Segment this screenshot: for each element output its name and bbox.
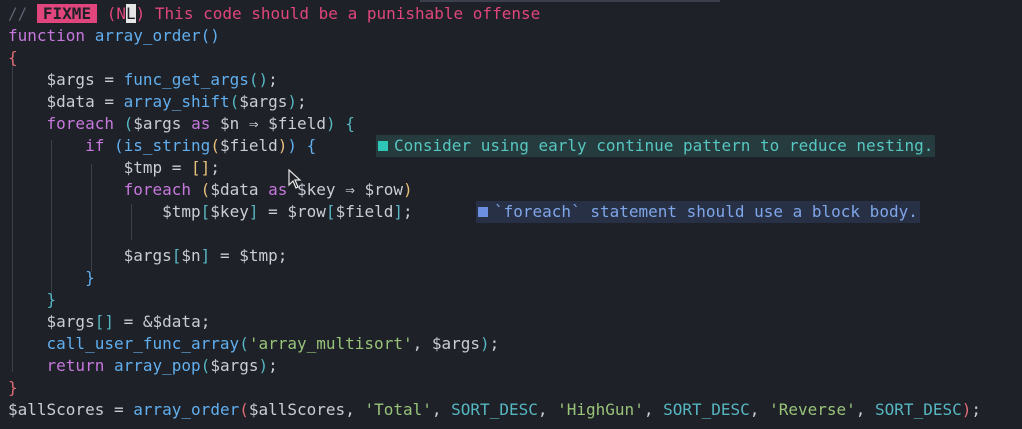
string-literal: 'Total' — [364, 400, 432, 419]
keyword: if — [85, 136, 105, 155]
variable: $args — [239, 92, 288, 111]
variable: $args — [133, 114, 182, 133]
string-literal: 'HighGun' — [557, 400, 644, 419]
code-line[interactable]: if (is_string($field)) { — [8, 134, 316, 158]
code-line[interactable]: function array_order() — [8, 24, 220, 48]
code-line[interactable]: { — [8, 46, 18, 70]
variable: $args — [123, 246, 172, 265]
variable: $tmp — [239, 246, 278, 265]
function-call: call_user_func_array — [46, 334, 240, 353]
arrow-operator: ⇒ — [248, 114, 259, 133]
keyword: foreach — [46, 114, 114, 133]
code-line[interactable]: } — [8, 288, 57, 312]
variable: $args — [210, 356, 259, 375]
keyword: as — [268, 180, 288, 199]
string-literal: 'Reverse' — [769, 400, 856, 419]
code-line[interactable]: } — [8, 376, 18, 400]
function-call: array_shift — [123, 92, 230, 111]
arrow-operator: ⇒ — [345, 180, 355, 199]
paren: () — [200, 26, 220, 45]
variable: $key — [297, 180, 336, 199]
hint-diagnostic[interactable]: Consider using early continue pattern to… — [376, 135, 936, 157]
mouse-pointer-icon — [288, 169, 302, 189]
variable: $args — [46, 70, 95, 89]
constant: SORT_DESC — [875, 400, 962, 419]
code-line[interactable]: foreach ($data as $key ⇒ $row) — [8, 178, 413, 202]
variable: $allScores — [8, 400, 105, 419]
variable: $n — [181, 246, 201, 265]
comment-paren-close: ) — [135, 4, 146, 23]
variable: $allScores — [248, 400, 346, 419]
brace: } — [46, 290, 57, 309]
fixme-badge: FIXME — [36, 4, 98, 23]
variable: $row — [287, 202, 326, 221]
constant: SORT_DESC — [451, 400, 538, 419]
code-line[interactable]: $args[$n] = $tmp; — [8, 244, 288, 268]
function-call: is_string — [123, 136, 211, 155]
variable: $tmp — [162, 202, 201, 221]
comment-message: This code should be a punishable offense — [145, 4, 541, 23]
keyword: foreach — [123, 180, 192, 199]
function-name: array_order — [94, 26, 201, 45]
variable: $data — [210, 180, 259, 199]
variable: $row — [364, 180, 404, 199]
function-call: array_pop — [113, 356, 201, 375]
code-line[interactable]: $args = func_get_args(); — [8, 68, 278, 92]
variable: $args — [46, 312, 95, 331]
variable: $field — [219, 136, 278, 155]
variable: $data — [152, 312, 201, 331]
variable: $field — [268, 114, 326, 133]
hint-message: Consider using early continue pattern to… — [394, 136, 934, 155]
code-editor[interactable]: // FIXME (NL) This code should be a puni… — [0, 0, 1022, 429]
comment-paren-open: ( — [106, 4, 117, 23]
code-line[interactable]: $tmp = []; — [8, 156, 220, 180]
function-call: func_get_args — [123, 70, 249, 89]
variable: $field — [335, 202, 394, 221]
variable: $tmp — [123, 158, 163, 177]
text-cursor: L — [126, 4, 136, 23]
code-line[interactable]: } — [8, 266, 95, 290]
variable: $key — [210, 202, 249, 221]
comment-slashes: // — [8, 4, 28, 23]
constant: SORT_DESC — [663, 400, 750, 419]
code-line[interactable]: $data = array_shift($args); — [8, 90, 307, 114]
code-line[interactable]: $args[] = &$data; — [8, 310, 211, 334]
keyword: as — [191, 114, 211, 133]
code-line[interactable]: foreach ($args as $n ⇒ $field) { — [8, 112, 355, 136]
hint-square-icon — [378, 141, 388, 151]
code-line-comment[interactable]: // FIXME (NL) This code should be a puni… — [8, 2, 540, 26]
function-call: array_order — [133, 400, 240, 419]
variable: $data — [46, 92, 95, 111]
info-square-icon — [478, 207, 488, 217]
code-line[interactable]: $allScores = array_order($allScores, 'To… — [8, 398, 981, 422]
info-diagnostic[interactable]: `foreach` statement should use a block b… — [476, 201, 920, 223]
code-line[interactable]: return array_pop($args); — [8, 354, 278, 378]
string-literal: 'array_multisort' — [248, 334, 413, 353]
brace: } — [8, 378, 18, 397]
variable: $n — [219, 114, 240, 133]
code-line[interactable]: call_user_func_array('array_multisort', … — [8, 332, 500, 356]
brace: } — [85, 268, 95, 287]
comment-author: N — [116, 4, 126, 23]
brace: { — [8, 48, 18, 67]
code-line[interactable]: $tmp[$key] = $row[$field]; — [8, 200, 413, 224]
keyword: return — [46, 356, 105, 375]
variable: $args — [431, 334, 481, 353]
info-message: `foreach` statement should use a block b… — [494, 202, 918, 221]
keyword: function — [8, 26, 86, 45]
